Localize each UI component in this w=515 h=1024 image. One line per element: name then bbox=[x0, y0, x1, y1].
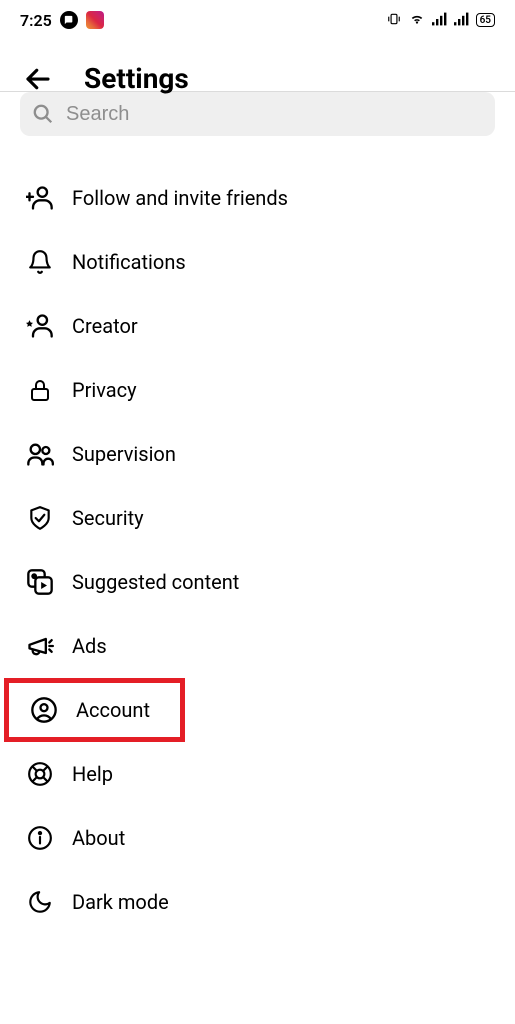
menu-label: Security bbox=[72, 506, 144, 530]
menu-label: Creator bbox=[72, 314, 138, 338]
search-input[interactable] bbox=[66, 103, 483, 126]
menu-item-supervision[interactable]: Supervision bbox=[0, 422, 515, 486]
menu-label: Privacy bbox=[72, 378, 137, 402]
person-star-icon bbox=[26, 312, 54, 340]
lifebuoy-icon bbox=[26, 760, 54, 788]
menu-list: Follow and invite friends Notifications … bbox=[0, 136, 515, 934]
menu-label: Suggested content bbox=[72, 570, 239, 594]
menu-item-help[interactable]: Help bbox=[0, 742, 515, 806]
messenger-icon bbox=[60, 11, 78, 29]
menu-item-suggested-content[interactable]: Suggested content bbox=[0, 550, 515, 614]
signal-icon bbox=[432, 11, 448, 30]
user-circle-icon bbox=[30, 696, 58, 724]
menu-item-dark-mode[interactable]: Dark mode bbox=[0, 870, 515, 934]
page-title: Settings bbox=[84, 62, 189, 95]
battery-icon: 65 bbox=[476, 13, 495, 27]
megaphone-icon bbox=[26, 632, 54, 660]
menu-item-about[interactable]: About bbox=[0, 806, 515, 870]
menu-item-follow-invite[interactable]: Follow and invite friends bbox=[0, 166, 515, 230]
info-icon bbox=[26, 824, 54, 852]
menu-item-account[interactable]: Account bbox=[4, 678, 185, 742]
menu-label: Supervision bbox=[72, 442, 176, 466]
menu-item-notifications[interactable]: Notifications bbox=[0, 230, 515, 294]
menu-item-ads[interactable]: Ads bbox=[0, 614, 515, 678]
menu-item-privacy[interactable]: Privacy bbox=[0, 358, 515, 422]
back-button[interactable] bbox=[22, 63, 54, 95]
menu-label: Follow and invite friends bbox=[72, 186, 288, 210]
lock-icon bbox=[26, 376, 54, 404]
wifi-icon bbox=[408, 11, 426, 30]
menu-label: Account bbox=[76, 698, 150, 722]
bell-icon bbox=[26, 248, 54, 276]
status-right: 65 bbox=[386, 11, 495, 30]
search-icon bbox=[32, 103, 54, 125]
moon-icon bbox=[26, 888, 54, 916]
vibrate-icon bbox=[386, 11, 402, 30]
menu-item-security[interactable]: Security bbox=[0, 486, 515, 550]
people-icon bbox=[26, 440, 54, 468]
person-plus-icon bbox=[26, 184, 54, 212]
menu-item-creator[interactable]: Creator bbox=[0, 294, 515, 358]
instagram-icon bbox=[86, 11, 104, 29]
status-bar: 7:25 65 bbox=[0, 0, 515, 40]
signal2-icon bbox=[454, 11, 470, 30]
media-icon bbox=[26, 568, 54, 596]
status-time: 7:25 bbox=[20, 11, 52, 30]
menu-label: Ads bbox=[72, 634, 107, 658]
menu-label: Notifications bbox=[72, 250, 186, 274]
menu-label: Help bbox=[72, 762, 113, 786]
search-bar[interactable] bbox=[20, 92, 495, 136]
menu-label: Dark mode bbox=[72, 890, 169, 914]
shield-check-icon bbox=[26, 504, 54, 532]
status-left: 7:25 bbox=[20, 11, 104, 30]
menu-label: About bbox=[72, 826, 125, 850]
